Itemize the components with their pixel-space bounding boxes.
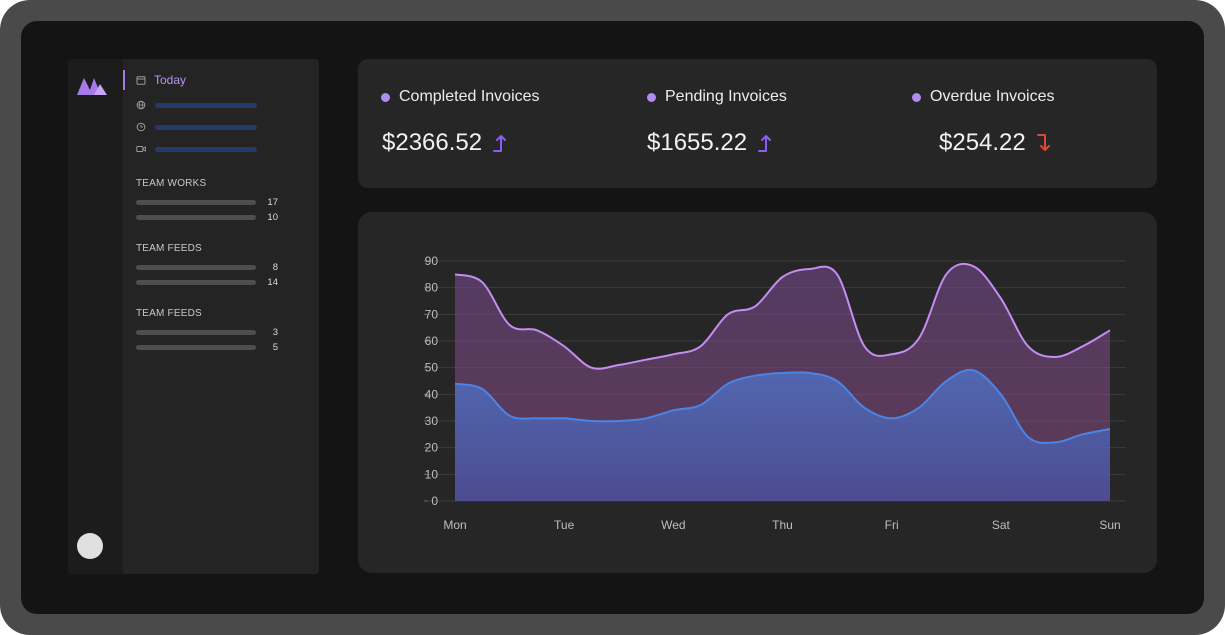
progress-value: 17	[267, 196, 278, 208]
avatar[interactable]	[77, 533, 103, 559]
stat-label-text: Completed Invoices	[399, 88, 540, 105]
nav-item-placeholder	[155, 124, 257, 130]
nav-item-globe[interactable]	[136, 100, 257, 110]
nav-item-placeholder	[155, 102, 257, 108]
progress-row: 5	[136, 341, 278, 353]
chart-card: 0 10 20 30 40 50 60 70 80 90 Mon Tue Wed Thu Fri Sat Sun	[358, 212, 1157, 573]
arrow-down-icon	[1036, 134, 1050, 151]
legend-dot	[381, 92, 390, 102]
stat-label: Overdue Invoices	[912, 88, 1055, 106]
progress-value: 3	[272, 326, 278, 338]
legend-dot	[912, 92, 921, 102]
legend-dot	[647, 92, 656, 102]
progress-bar	[136, 199, 256, 205]
x-tick-label: Sat	[992, 518, 1011, 532]
calendar-icon	[136, 76, 146, 85]
nav-item-video[interactable]	[136, 144, 257, 154]
y-tick-label: 50	[425, 361, 439, 375]
icon-rail	[68, 59, 123, 574]
progress-row: 3	[136, 326, 278, 338]
x-tick-label: Tue	[554, 518, 575, 532]
arrow-up-icon	[493, 135, 507, 152]
progress-bar	[136, 329, 256, 335]
progress-row: 10	[136, 211, 278, 223]
section-title-team-feeds-2: TEAM FEEDS	[136, 308, 202, 319]
x-tick-label: Wed	[661, 518, 685, 532]
sidebar: Today TEAM WORKS 17 10 TEAM FEEDS 8 14 T…	[68, 59, 319, 574]
section-title-team-feeds: TEAM FEEDS	[136, 243, 202, 254]
nav-item-label: Today	[154, 73, 187, 87]
globe-icon	[136, 100, 146, 110]
stat-value: $2366.52	[382, 129, 510, 157]
nav-item-placeholder	[155, 146, 257, 152]
progress-row: 8	[136, 261, 278, 273]
progress-bar	[136, 344, 256, 350]
section-title-team-works: TEAM WORKS	[136, 178, 207, 189]
stat-label: Completed Invoices	[381, 88, 540, 106]
x-tick-label: Mon	[443, 518, 466, 532]
stat-value: $1655.22	[647, 129, 775, 157]
y-tick-label: 60	[425, 334, 439, 348]
progress-row: 14	[136, 276, 278, 288]
stat-label-text: Pending Invoices	[665, 88, 787, 105]
y-tick-label: 0	[431, 494, 438, 508]
progress-value: 5	[272, 341, 278, 353]
y-tick-label: 40	[425, 387, 439, 401]
y-tick-label: 80	[425, 281, 439, 295]
nav-item-clock[interactable]	[136, 122, 257, 132]
stat-label: Pending Invoices	[647, 88, 787, 106]
stat-value-text: $254.22	[939, 129, 1026, 156]
clock-icon	[136, 122, 146, 132]
progress-bar	[136, 264, 256, 270]
y-tick-label: 30	[425, 414, 439, 428]
area-chart[interactable]: 0 10 20 30 40 50 60 70 80 90 Mon Tue Wed Thu Fri Sat Sun	[358, 212, 1157, 573]
stat-value-text: $1655.22	[647, 129, 748, 156]
y-tick-label: 10	[425, 467, 439, 481]
stat-label-text: Overdue Invoices	[930, 88, 1055, 105]
stat-value: $254.22	[939, 129, 1054, 157]
x-tick-label: Thu	[772, 518, 793, 532]
stat-value-text: $2366.52	[382, 129, 483, 156]
logo-icon[interactable]	[76, 76, 108, 96]
invoice-stats-card: Completed Invoices $2366.52 Pending Invo…	[358, 59, 1157, 188]
progress-bar	[136, 279, 256, 285]
y-tick-label: 20	[425, 441, 439, 455]
progress-value: 8	[272, 261, 278, 273]
progress-value: 10	[267, 211, 278, 223]
video-icon	[136, 146, 146, 152]
arrow-up-icon	[758, 135, 772, 152]
progress-bar	[136, 214, 256, 220]
progress-row: 17	[136, 196, 278, 208]
y-tick-label: 90	[425, 254, 439, 268]
active-indicator	[123, 70, 125, 90]
x-tick-label: Fri	[885, 518, 899, 532]
y-tick-label: 70	[425, 307, 439, 321]
nav-item-today[interactable]: Today	[136, 72, 186, 88]
progress-value: 14	[267, 276, 278, 288]
x-tick-label: Sun	[1099, 518, 1120, 532]
